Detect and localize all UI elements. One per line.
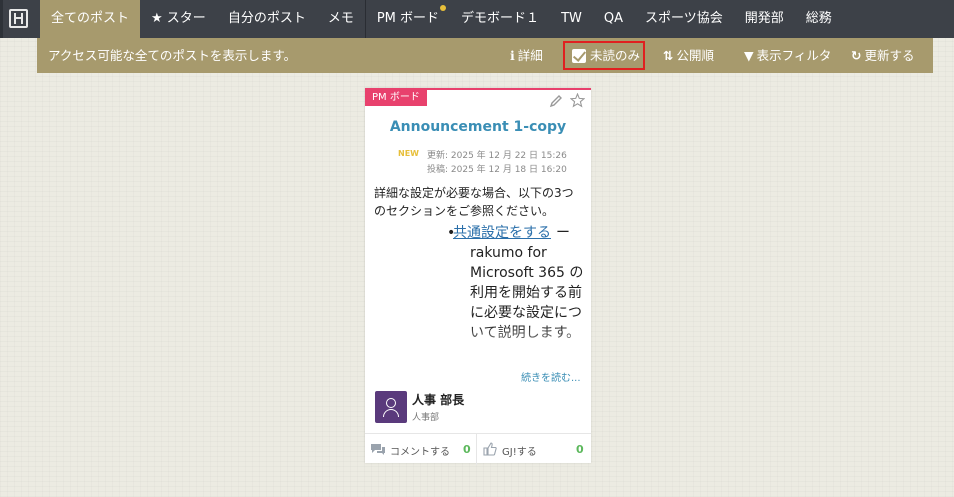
details-label: 詳細 [517, 48, 543, 63]
post-title[interactable]: Announcement 1-copy [365, 119, 591, 135]
filter-button[interactable]: ▼ 表示フィルタ [744, 38, 831, 73]
list-dash: ー [556, 225, 570, 241]
new-badge: NEW [398, 149, 419, 158]
user-icon-body [383, 409, 399, 417]
board-tag[interactable]: PM ボード [365, 90, 427, 106]
thumbs-up-icon[interactable] [483, 442, 497, 456]
details-button[interactable]: ℹ 詳細 [510, 38, 543, 73]
gj-button[interactable]: GJ!する [502, 443, 537, 458]
user-icon [386, 398, 396, 408]
tab-pm-board-label: PM ボード [376, 11, 440, 26]
tab-my-posts[interactable]: 自分のポスト [217, 0, 317, 38]
sort-icon: ⇅ [663, 48, 674, 63]
comment-count: 0 [463, 443, 471, 456]
tab-demo-board-1[interactable]: デモボード１ [450, 0, 550, 38]
toolbar-description: アクセス可能な全てのポストを表示します。 [48, 48, 297, 63]
notification-dot [440, 5, 447, 11]
comment-icon[interactable] [370, 443, 386, 456]
author-department: 人事部 [412, 413, 440, 423]
unread-only-checkbox[interactable] [572, 49, 586, 63]
updated-date: 更新: 2025 年 12 月 22 日 15:26 [427, 151, 567, 161]
body-fade [365, 325, 591, 365]
pencil-icon[interactable] [549, 94, 563, 108]
tab-memo[interactable]: メモ [317, 0, 366, 38]
sort-label: 公開順 [676, 48, 714, 63]
post-card[interactable]: PM ボード Announcement 1-copy NEW 更新: 2025 … [365, 88, 591, 465]
refresh-label: 更新する [864, 48, 915, 63]
post-body-intro: 詳細な設定が必要な場合、以下の3つのセクションをご参照ください。 [374, 186, 574, 218]
read-more-link[interactable]: 続きを読む... [521, 369, 581, 384]
filter-label: 表示フィルタ [756, 48, 832, 63]
tab-qa[interactable]: QA [593, 0, 634, 38]
refresh-icon: ↻ [851, 48, 862, 63]
tab-all-posts[interactable]: 全てのポスト [40, 0, 141, 38]
layout-icon[interactable] [9, 9, 28, 28]
board-tabs: 全てのポスト ★ スター 自分のポスト メモ PM ボード デモボード１ TW … [40, 0, 843, 38]
tab-tw[interactable]: TW [550, 0, 593, 38]
toolbar: アクセス可能な全てのポストを表示します。 ℹ 詳細 未読のみ ⇅ 公開順 ▼ 表示フィ… [37, 38, 933, 73]
card-footer: コメントする 0 GJ!する 0 [365, 433, 591, 465]
avatar[interactable] [375, 391, 407, 423]
tab-sports-association[interactable]: スポーツ協会 [634, 0, 734, 38]
star-icon[interactable] [570, 93, 585, 108]
tab-general-affairs[interactable]: 総務 [795, 0, 843, 38]
posted-date: 投稿: 2025 年 12 月 18 日 16:20 [427, 165, 567, 175]
author-name[interactable]: 人事 部長 [412, 391, 464, 408]
funnel-icon: ▼ [744, 48, 754, 63]
unread-only-label: 未読のみ [590, 48, 641, 63]
gj-count: 0 [576, 443, 584, 456]
refresh-button[interactable]: ↻ 更新する [851, 38, 915, 73]
sort-button[interactable]: ⇅ 公開順 [663, 38, 714, 73]
footer-divider [476, 434, 477, 465]
tab-starred[interactable]: ★ スター [140, 0, 217, 38]
common-settings-link[interactable]: 共通設定をする [453, 223, 551, 243]
comment-button[interactable]: コメントする [390, 443, 450, 458]
tab-development[interactable]: 開発部 [734, 0, 795, 38]
tab-pm-board[interactable]: PM ボード [366, 0, 450, 38]
top-navigation: 全てのポスト ★ スター 自分のポスト メモ PM ボード デモボード１ TW … [0, 0, 954, 38]
info-icon: ℹ [510, 48, 515, 63]
unread-only-toggle[interactable]: 未読のみ [563, 41, 645, 70]
